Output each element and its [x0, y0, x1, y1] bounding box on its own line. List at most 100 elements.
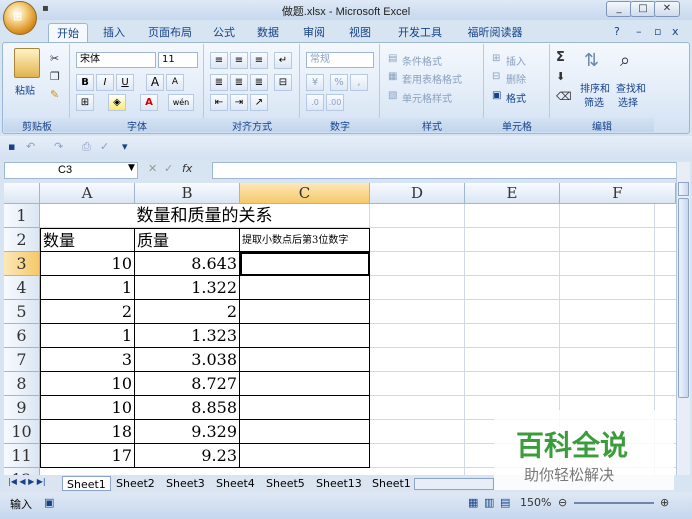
decrease-indent-icon[interactable]: ⇤	[210, 94, 228, 111]
align-bottom-icon[interactable]: ≡	[250, 52, 268, 69]
shrink-font-button[interactable]: A	[166, 74, 184, 91]
row-header-5[interactable]: 5	[4, 300, 40, 324]
format-cells-button[interactable]: 格式	[506, 90, 526, 105]
close-button[interactable]: ✕	[654, 1, 680, 17]
print-preview-icon[interactable]: ⎙	[82, 140, 91, 154]
row-header-7[interactable]: 7	[4, 348, 40, 372]
paste-label[interactable]: 粘贴	[15, 82, 35, 97]
column-header-c[interactable]: C	[240, 183, 370, 204]
fill-color-icon[interactable]: ◈	[108, 94, 126, 111]
tab-review[interactable]: 审阅	[296, 23, 332, 42]
redo-icon[interactable]: ↷	[54, 140, 63, 153]
cell-a1-title[interactable]: 数量和质量的关系	[40, 204, 370, 228]
cancel-icon[interactable]: ✕	[148, 162, 157, 175]
horizontal-scrollbar[interactable]	[414, 478, 494, 490]
customize-qat-icon[interactable]: ▾	[122, 140, 128, 153]
merge-center-icon[interactable]: ⊟	[274, 74, 292, 91]
zoom-level[interactable]: 150%	[520, 496, 551, 509]
select-all-corner[interactable]	[4, 183, 40, 204]
increase-indent-icon[interactable]: ⇥	[230, 94, 248, 111]
cell-a8[interactable]: 10	[40, 372, 135, 396]
row-header-10[interactable]: 10	[4, 420, 40, 444]
borders-icon[interactable]: ⊞	[76, 94, 94, 111]
cell-c10[interactable]	[240, 420, 370, 444]
find-select-icon[interactable]: ⌕	[620, 50, 630, 71]
sheet-tab-partial[interactable]: Sheet1	[368, 476, 412, 491]
cell-c8[interactable]	[240, 372, 370, 396]
cell-a6[interactable]: 1	[40, 324, 135, 348]
spelling-icon[interactable]: ✓	[100, 140, 109, 153]
cell-b3[interactable]: 8.643	[135, 252, 240, 276]
insert-function-button[interactable]: fx	[182, 162, 192, 175]
find-select-label-2[interactable]: 选择	[618, 94, 638, 109]
cell-a4[interactable]: 1	[40, 276, 135, 300]
cell-a10[interactable]: 18	[40, 420, 135, 444]
cell-a11[interactable]: 17	[40, 444, 135, 468]
align-center-icon[interactable]: ≣	[230, 74, 248, 91]
orientation-icon[interactable]: ↗	[250, 94, 268, 111]
enter-icon[interactable]: ✓	[164, 162, 173, 175]
save-icon-qat[interactable]: ▪	[8, 140, 15, 153]
table-format-button[interactable]: 套用表格格式	[402, 71, 462, 86]
cell-b8[interactable]: 8.727	[135, 372, 240, 396]
row-header-9[interactable]: 9	[4, 396, 40, 420]
cell-c9[interactable]	[240, 396, 370, 420]
number-format-combo[interactable]: 常规	[306, 52, 374, 68]
zoom-slider[interactable]	[574, 502, 654, 504]
vertical-scrollbar[interactable]	[676, 162, 690, 475]
insert-cells-button[interactable]: 插入	[506, 53, 526, 68]
font-color-icon[interactable]: A	[140, 94, 158, 111]
row-header-6[interactable]: 6	[4, 324, 40, 348]
sheet-tab-3[interactable]: Sheet3	[162, 476, 209, 491]
comma-button[interactable]: ,	[350, 74, 368, 91]
cell-b10[interactable]: 9.329	[135, 420, 240, 444]
cell-c4[interactable]	[240, 276, 370, 300]
row-header-3[interactable]: 3	[4, 252, 40, 276]
wrap-text-icon[interactable]: ↵	[274, 52, 292, 69]
sheet-tab-2[interactable]: Sheet2	[112, 476, 159, 491]
cell-c6[interactable]	[240, 324, 370, 348]
cell-a3[interactable]: 10	[40, 252, 135, 276]
sort-filter-icon[interactable]: ⇅	[584, 50, 599, 71]
tab-data[interactable]: 数据	[250, 23, 286, 42]
tab-formulas[interactable]: 公式	[206, 23, 242, 42]
grow-font-button[interactable]: A	[146, 74, 164, 91]
autosum-button[interactable]: Σ	[556, 50, 565, 65]
cell-c2[interactable]: 提取小数点后第3位数字	[240, 228, 370, 252]
percent-button[interactable]: %	[330, 74, 348, 91]
ribbon-restore-icon[interactable]: ▫	[654, 25, 661, 38]
cell-c7[interactable]	[240, 348, 370, 372]
cell-b2[interactable]: 质量	[135, 228, 240, 252]
underline-button[interactable]: U	[116, 74, 134, 91]
normal-view-icon[interactable]: ▦	[468, 496, 478, 509]
row-header-8[interactable]: 8	[4, 372, 40, 396]
name-box-dropdown-icon[interactable]: ▼	[128, 163, 135, 173]
find-select-label-1[interactable]: 查找和	[616, 80, 646, 95]
help-icon[interactable]: ?	[614, 25, 620, 38]
row-header-11[interactable]: 11	[4, 444, 40, 468]
cell-b11[interactable]: 9.23	[135, 444, 240, 468]
font-size-combo[interactable]: 11	[158, 52, 198, 68]
cut-icon[interactable]: ✂	[50, 52, 59, 65]
sheet-tab-5[interactable]: Sheet5	[262, 476, 309, 491]
tab-view[interactable]: 视图	[342, 23, 378, 42]
sort-filter-label-1[interactable]: 排序和	[580, 80, 610, 95]
ribbon-minimize-icon[interactable]: –	[636, 25, 642, 38]
cell-b4[interactable]: 1.322	[135, 276, 240, 300]
scroll-thumb[interactable]	[678, 198, 689, 398]
cell-b6[interactable]: 1.323	[135, 324, 240, 348]
tab-page-layout[interactable]: 页面布局	[140, 23, 200, 42]
row-header-4[interactable]: 4	[4, 276, 40, 300]
cell-c3[interactable]	[240, 252, 370, 276]
zoom-out-icon[interactable]: ⊖	[558, 496, 567, 509]
format-painter-icon[interactable]: ✎	[50, 88, 59, 101]
fill-icon[interactable]: ⬇	[556, 70, 565, 83]
decrease-decimal-icon[interactable]: .00	[326, 94, 344, 111]
tab-developer[interactable]: 开发工具	[392, 23, 448, 42]
maximize-button[interactable]: □	[630, 1, 656, 17]
tab-home[interactable]: 开始	[48, 23, 88, 43]
clear-icon[interactable]: ⌫	[556, 90, 572, 103]
undo-icon[interactable]: ↶	[26, 140, 35, 153]
page-layout-view-icon[interactable]: ▥	[484, 496, 494, 509]
copy-icon[interactable]: ❐	[50, 70, 60, 83]
